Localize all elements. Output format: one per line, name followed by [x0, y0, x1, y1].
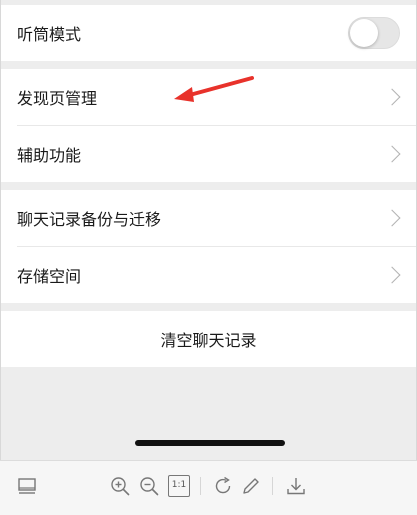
- clear-history-label: 清空聊天记录: [160, 331, 257, 350]
- sidebar-icon[interactable]: [16, 475, 38, 497]
- section-gap: [1, 61, 416, 69]
- chat-backup-row[interactable]: 聊天记录备份与迁移: [1, 190, 416, 246]
- settings-screen: 听筒模式 发现页管理 辅助功能 聊天记录备份与迁移 存储空间 清空聊天记录: [0, 0, 417, 460]
- zoom-in-icon[interactable]: [109, 475, 131, 497]
- accessibility-row[interactable]: 辅助功能: [1, 126, 416, 182]
- section-gap: [1, 303, 416, 311]
- toggle-knob: [350, 19, 378, 47]
- toolbar-separator: [272, 477, 273, 495]
- storage-label: 存储空间: [17, 267, 82, 286]
- actual-size-icon[interactable]: 1:1: [168, 475, 190, 497]
- download-icon[interactable]: [285, 475, 307, 497]
- viewer-toolbar: 1:1: [0, 460, 417, 515]
- storage-row[interactable]: 存储空间: [1, 247, 416, 303]
- chevron-right-icon: [383, 88, 401, 106]
- toolbar-separator: [200, 477, 201, 495]
- actual-size-label: 1:1: [171, 480, 187, 490]
- home-indicator: [135, 440, 285, 446]
- accessibility-label: 辅助功能: [17, 146, 82, 165]
- rotate-icon[interactable]: [212, 475, 234, 497]
- earpiece-mode-label: 听筒模式: [17, 25, 82, 44]
- clear-history-button[interactable]: 清空聊天记录: [1, 311, 416, 367]
- earpiece-mode-toggle[interactable]: [348, 17, 400, 49]
- chevron-right-icon: [383, 266, 401, 284]
- zoom-out-icon[interactable]: [138, 475, 160, 497]
- chevron-right-icon: [383, 209, 401, 227]
- pencil-icon[interactable]: [240, 475, 262, 497]
- annotation-arrow-icon: [174, 76, 254, 102]
- section-gap: [1, 182, 416, 190]
- earpiece-mode-row: 听筒模式: [1, 5, 416, 61]
- chat-backup-label: 聊天记录备份与迁移: [17, 210, 162, 229]
- chevron-right-icon: [383, 145, 401, 163]
